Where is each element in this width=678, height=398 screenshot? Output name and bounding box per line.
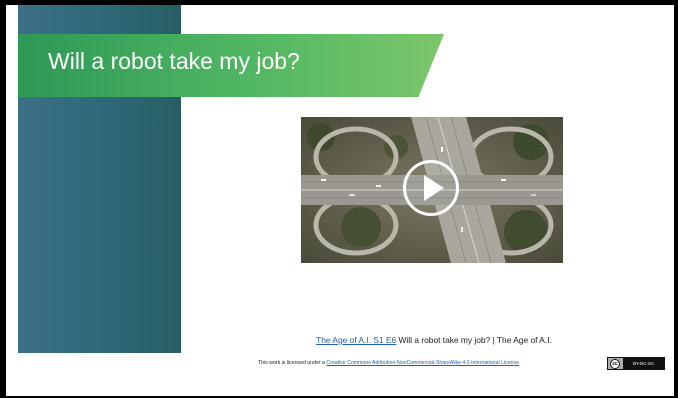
cc-license-badge[interactable]: cc BY-NC-SA: [607, 357, 665, 370]
license-prefix: This work is licensed under a: [258, 360, 327, 366]
video-thumbnail[interactable]: [301, 117, 563, 263]
video-caption-text: Will a robot take my job? | The Age of A…: [396, 335, 552, 345]
video-source-link[interactable]: The Age of A.I. S1 E6: [316, 335, 396, 345]
slide-title: Will a robot take my job?: [48, 48, 300, 74]
play-icon: [424, 175, 444, 201]
license-link[interactable]: Creative Commons Attribution-NonCommerci…: [326, 360, 519, 366]
title-banner: Will a robot take my job?: [18, 34, 444, 97]
play-button[interactable]: [403, 160, 459, 216]
license-notice: This work is licensed under a Creative C…: [258, 360, 519, 366]
cc-logo-icon: cc: [610, 358, 620, 369]
video-caption: The Age of A.I. S1 E6 Will a robot take …: [0, 335, 678, 345]
cc-badge-text: BY-NC-SA: [623, 358, 664, 369]
